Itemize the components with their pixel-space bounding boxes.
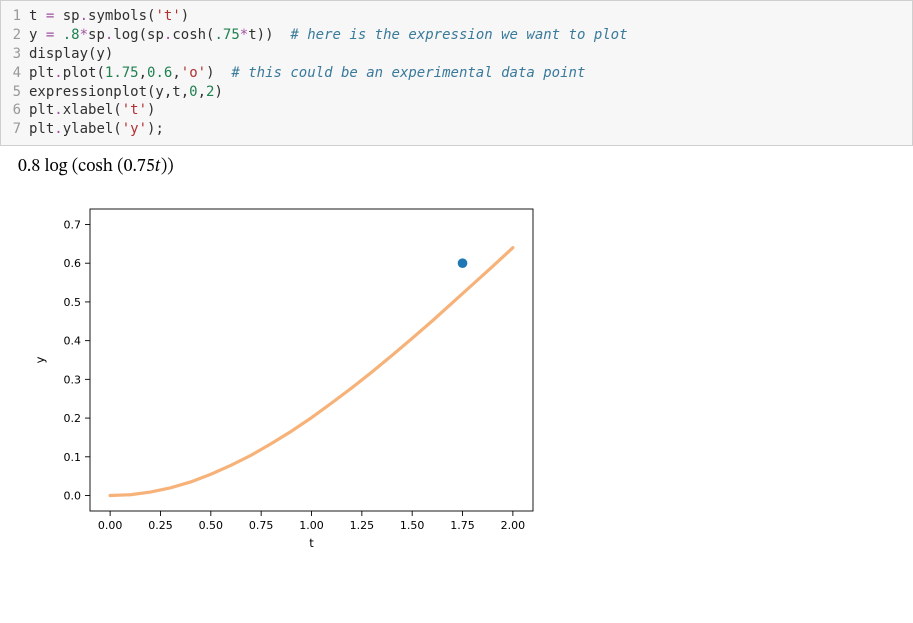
code-line: 7plt.ylabel('y'); — [1, 120, 912, 139]
code-content: plt.ylabel('y'); — [29, 120, 912, 139]
line-number: 1 — [1, 7, 29, 26]
code-content: plt.xlabel('t') — [29, 101, 912, 120]
line-number: 5 — [1, 83, 29, 102]
y-tick-label: 0.1 — [64, 451, 82, 464]
x-tick-label: 0.00 — [98, 519, 123, 532]
line-number: 4 — [1, 64, 29, 83]
chart-output: 0.00 0.25 0.50 0.75 1.00 1.25 1.50 1.75 2.00 0.0 0… — [0, 185, 913, 561]
x-tick-label: 0.50 — [199, 519, 224, 532]
plot-frame — [90, 209, 533, 511]
x-tick-label: 2.00 — [501, 519, 526, 532]
y-tick-label: 0.4 — [64, 335, 82, 348]
code-line: 1t = sp.symbols('t') — [1, 7, 912, 26]
math-display-output: 0.8 log (cosh (0.75𝑡)) — [0, 146, 913, 185]
code-content: plt.plot(1.75,0.6,'o') # this could be a… — [29, 64, 912, 83]
line-number: 6 — [1, 101, 29, 120]
code-content: t = sp.symbols('t') — [29, 7, 912, 26]
code-line: 3display(y) — [1, 45, 912, 64]
x-tick-label: 0.25 — [148, 519, 173, 532]
line-number: 7 — [1, 120, 29, 139]
x-tick-label: 0.75 — [249, 519, 274, 532]
x-tick-label: 1.50 — [400, 519, 425, 532]
y-axis-label: y — [33, 357, 47, 364]
line-number: 3 — [1, 45, 29, 64]
x-axis-label: t — [309, 536, 314, 550]
code-content: y = .8*sp.log(sp.cosh(.75*t)) # here is … — [29, 26, 912, 45]
code-line: 5expressionplot(y,t,0,2) — [1, 83, 912, 102]
line-chart: 0.00 0.25 0.50 0.75 1.00 1.25 1.50 1.75 2.00 0.0 0… — [18, 191, 553, 561]
curve-series — [110, 248, 513, 496]
code-content: display(y) — [29, 45, 912, 64]
y-tick-label: 0.2 — [64, 412, 82, 425]
line-number: 2 — [1, 26, 29, 45]
x-tick-label: 1.00 — [299, 519, 324, 532]
code-line: 6plt.xlabel('t') — [1, 101, 912, 120]
code-content: expressionplot(y,t,0,2) — [29, 83, 912, 102]
y-tick-label: 0.7 — [64, 219, 82, 232]
y-tick-label: 0.6 — [64, 257, 82, 270]
x-tick-label: 1.25 — [350, 519, 375, 532]
y-tick-label: 0.3 — [64, 374, 82, 387]
code-line: 4plt.plot(1.75,0.6,'o') # this could be … — [1, 64, 912, 83]
code-line: 2y = .8*sp.log(sp.cosh(.75*t)) # here is… — [1, 26, 912, 45]
x-tick-label: 1.75 — [450, 519, 475, 532]
code-cell: 1t = sp.symbols('t')2y = .8*sp.log(sp.co… — [0, 0, 913, 146]
y-tick-label: 0.5 — [64, 296, 82, 309]
data-point — [458, 259, 468, 269]
y-tick-label: 0.0 — [64, 490, 82, 503]
